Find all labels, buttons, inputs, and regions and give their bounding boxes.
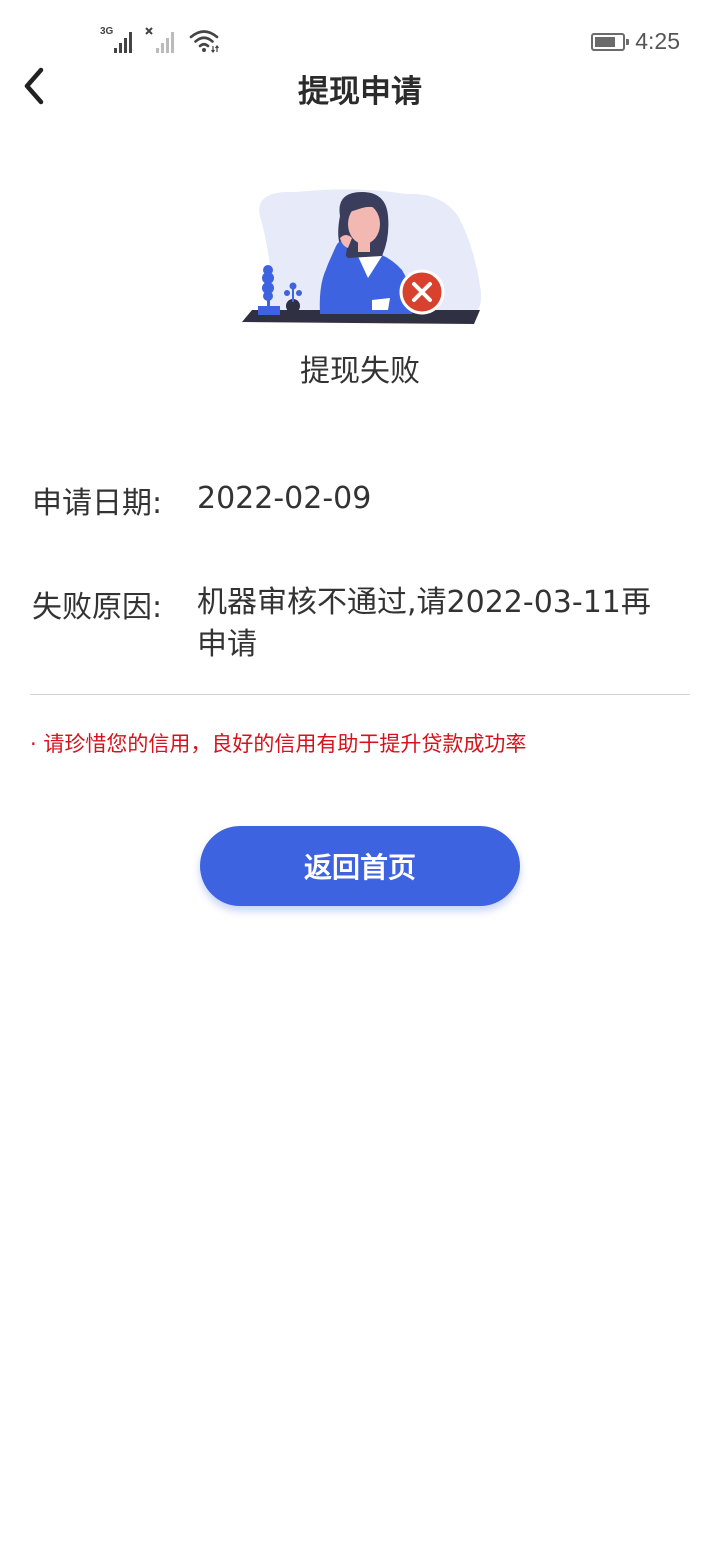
wifi-icon: [188, 26, 226, 54]
fail-reason-row: 失败原因: 机器审核不通过,请2022-03-11再申请: [32, 582, 672, 666]
battery-icon: [591, 32, 630, 51]
divider: [30, 694, 690, 695]
clock-time: 4:25: [635, 28, 680, 54]
header: 提现申请: [0, 52, 720, 120]
fail-reason-label: 失败原因:: [32, 590, 163, 625]
return-home-button[interactable]: 返回首页: [200, 826, 520, 906]
apply-date-label: 申请日期:: [32, 486, 163, 521]
signal-no-service-icon: [144, 26, 182, 54]
signal-3g-icon: 3G: [100, 26, 138, 54]
credit-tip: · 请珍惜您的信用，良好的信用有助于提升贷款成功率: [30, 732, 527, 756]
network-type-label: 3G: [100, 26, 114, 37]
apply-date-row: 申请日期: 2022-02-09: [32, 478, 672, 522]
failure-illustration: [236, 186, 486, 330]
apply-date-value: 2022-02-09: [197, 481, 372, 516]
status-right: 4:25: [591, 28, 680, 55]
fail-reason-value: 机器审核不通过,请2022-03-11再申请: [197, 585, 651, 662]
signal-group: 3G: [100, 26, 226, 54]
page-title: 提现申请: [298, 74, 422, 110]
status-text: 提现失败: [300, 354, 420, 389]
